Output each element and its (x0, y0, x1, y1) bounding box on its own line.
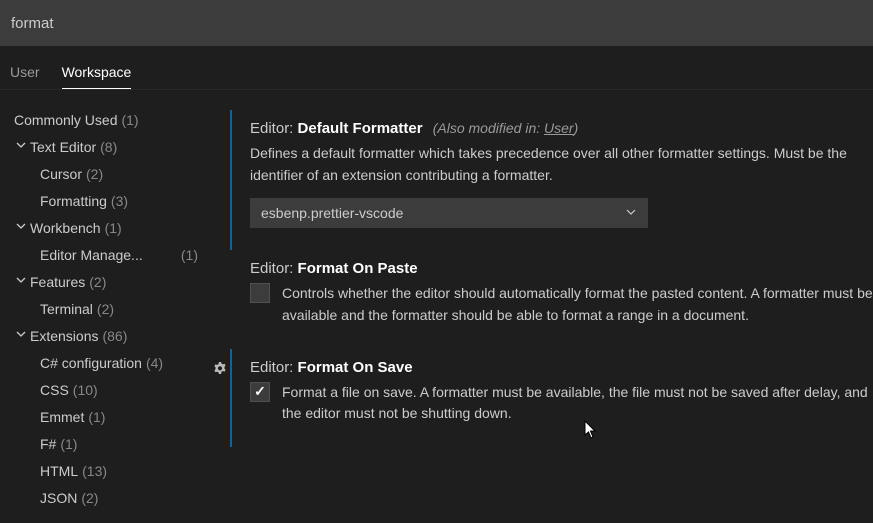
tree-item[interactable]: Commonly Used (1) (0, 106, 214, 133)
tree-count: (1) (181, 247, 198, 263)
tree-label: Editor Manage... (40, 247, 143, 263)
tree-item[interactable]: HTML (13) (0, 457, 214, 484)
chevron-down-icon (14, 275, 28, 288)
setting-format-on-paste: Editor: Format On Paste Controls whether… (230, 250, 873, 348)
tree-count: (1) (60, 436, 77, 452)
tree-item[interactable]: CSS (10) (0, 376, 214, 403)
tree-label: C# configuration (40, 355, 142, 371)
tree-label: Features (30, 274, 85, 290)
tree-item[interactable]: Cursor (2) (0, 160, 214, 187)
title-prefix: Editor: (250, 260, 293, 277)
also-suffix: ) (574, 120, 579, 136)
setting-description: Format a file on save. A formatter must … (282, 382, 873, 425)
tree-count: (13) (82, 463, 107, 479)
tree-item[interactable]: Workbench (1) (0, 214, 214, 241)
tree-item[interactable]: F# (1) (0, 430, 214, 457)
settings-main: Editor: Default Formatter (Also modified… (214, 90, 873, 513)
default-formatter-select[interactable]: esbenp.prettier-vscode (250, 198, 648, 228)
tree-item[interactable]: Emmet (1) (0, 403, 214, 430)
tree-count: (4) (146, 355, 163, 371)
tree-item[interactable]: C# configuration (4) (0, 349, 214, 376)
tree-count: (1) (88, 409, 105, 425)
settings-tree: Commonly Used (1)Text Editor (8)Cursor (… (0, 90, 214, 513)
tree-item[interactable]: Formatting (3) (0, 187, 214, 214)
scope-link-user[interactable]: User (544, 120, 574, 136)
tree-label: Text Editor (30, 139, 96, 155)
tree-count: (2) (97, 301, 114, 317)
tree-count: (2) (89, 274, 106, 290)
tree-item[interactable]: Editor Manage... (1) (0, 241, 214, 268)
setting-title: Editor: Default Formatter (Also modified… (250, 120, 873, 137)
tree-label: Emmet (40, 409, 84, 425)
tree-count: (3) (111, 193, 128, 209)
tree-item[interactable]: Extensions (86) (0, 322, 214, 349)
chevron-down-icon (14, 221, 28, 234)
format-on-paste-checkbox[interactable] (250, 283, 270, 303)
tree-label: Cursor (40, 166, 82, 182)
title-prefix: Editor: (250, 120, 293, 137)
setting-description: Defines a default formatter which takes … (250, 143, 873, 186)
tree-item[interactable]: Features (2) (0, 268, 214, 295)
tree-label: Extensions (30, 328, 98, 344)
title-main: Default Formatter (298, 120, 423, 137)
tree-label: HTML (40, 463, 78, 479)
search-input[interactable] (11, 15, 862, 32)
title-main: Format On Paste (298, 260, 418, 277)
tree-item[interactable]: JSON (2) (0, 484, 214, 511)
also-prefix: (Also modified in: (433, 120, 544, 136)
tree-label: Workbench (30, 220, 101, 236)
tab-user[interactable]: User (10, 64, 40, 89)
tree-label: CSS (40, 382, 69, 398)
tree-label: Terminal (40, 301, 93, 317)
format-on-save-checkbox[interactable] (250, 382, 270, 402)
tree-count: (10) (73, 382, 98, 398)
settings-search-bar[interactable] (0, 0, 873, 46)
tree-count: (2) (81, 490, 98, 506)
tree-label: Formatting (40, 193, 107, 209)
tab-workspace[interactable]: Workspace (62, 64, 132, 89)
chevron-down-icon (625, 206, 637, 221)
setting-description: Controls whether the editor should autom… (282, 283, 873, 326)
tree-item[interactable]: Text Editor (8) (0, 133, 214, 160)
tree-item[interactable]: Terminal (2) (0, 295, 214, 322)
tree-label: JSON (40, 490, 77, 506)
tree-count: (1) (121, 112, 138, 128)
select-value: esbenp.prettier-vscode (261, 205, 403, 221)
chevron-down-icon (14, 140, 28, 153)
setting-format-on-save: Editor: Format On Save Format a file on … (230, 349, 873, 447)
setting-title: Editor: Format On Save (250, 359, 873, 376)
gear-icon[interactable] (214, 361, 228, 380)
chevron-down-icon (14, 329, 28, 342)
modified-indicator: (Also modified in: User) (433, 120, 579, 136)
title-prefix: Editor: (250, 359, 293, 376)
setting-title: Editor: Format On Paste (250, 260, 873, 277)
setting-default-formatter: Editor: Default Formatter (Also modified… (230, 110, 873, 250)
scope-tabs: User Workspace (0, 46, 873, 90)
tree-count: (8) (100, 139, 117, 155)
title-main: Format On Save (298, 359, 413, 376)
tree-label: Commonly Used (14, 112, 117, 128)
tree-count: (1) (105, 220, 122, 236)
tree-label: F# (40, 436, 56, 452)
tree-count: (86) (102, 328, 127, 344)
tree-count: (2) (86, 166, 103, 182)
